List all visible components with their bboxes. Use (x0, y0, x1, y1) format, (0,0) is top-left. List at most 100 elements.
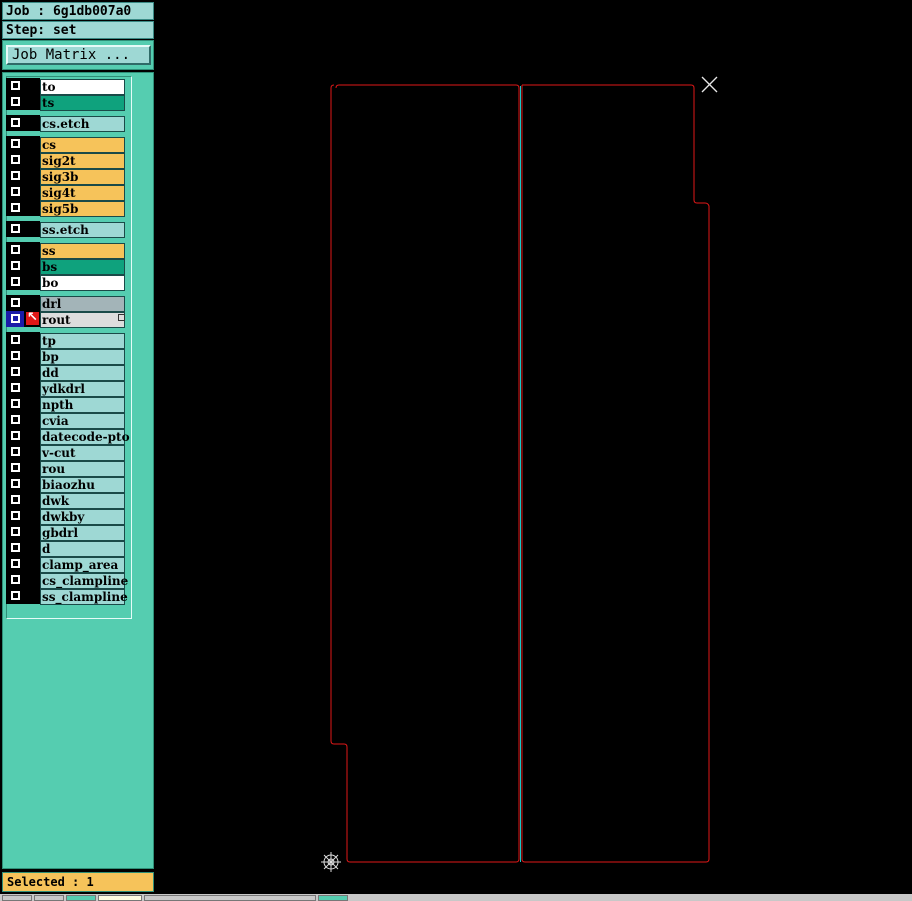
layer-row-bs[interactable]: bs (6, 258, 128, 275)
layer-row-cs[interactable]: cs (6, 136, 128, 153)
layer-row-d[interactable]: d (6, 540, 128, 557)
layer-name[interactable]: biaozhu (40, 477, 125, 493)
affected-toggle[interactable] (24, 364, 40, 380)
affected-toggle[interactable] (24, 380, 40, 396)
display-checkbox[interactable] (6, 78, 24, 94)
layer-row-dd[interactable]: dd (6, 364, 128, 381)
layer-name[interactable]: d (40, 541, 125, 557)
work-layer-arrow-icon[interactable] (24, 310, 40, 327)
layer-name[interactable]: tp (40, 333, 125, 349)
affected-toggle[interactable] (24, 444, 40, 460)
layer-name[interactable]: ydkdrl (40, 381, 125, 397)
layer-name[interactable]: cvia (40, 413, 125, 429)
layer-row-ss_clampline[interactable]: ss_clampline (6, 588, 128, 605)
display-checkbox[interactable] (6, 460, 24, 476)
affected-toggle[interactable] (24, 78, 40, 94)
affected-toggle[interactable] (24, 94, 40, 110)
display-checkbox[interactable] (6, 524, 24, 540)
layer-name[interactable]: bs (40, 259, 125, 275)
layer-name[interactable]: bp (40, 349, 125, 365)
layer-row-v-cut[interactable]: v-cut (6, 444, 128, 461)
affected-toggle[interactable] (24, 295, 40, 311)
horizontal-scrollbar[interactable] (144, 895, 316, 901)
display-checkbox[interactable] (6, 588, 24, 604)
layer-name[interactable]: rou (40, 461, 125, 477)
affected-toggle[interactable] (24, 274, 40, 290)
affected-toggle[interactable] (24, 184, 40, 200)
layer-row-sig4t[interactable]: sig4t (6, 184, 128, 201)
display-checkbox[interactable] (6, 364, 24, 380)
layer-row-rou[interactable]: rou (6, 460, 128, 477)
layer-name[interactable]: gbdrl (40, 525, 125, 541)
display-checkbox[interactable] (6, 152, 24, 168)
layer-row-tp[interactable]: tp (6, 332, 128, 349)
bottom-segment[interactable] (98, 895, 142, 901)
layer-row-clamp_area[interactable]: clamp_area (6, 556, 128, 573)
layer-row-gbdrl[interactable]: gbdrl (6, 524, 128, 541)
layer-row-sig2t[interactable]: sig2t (6, 152, 128, 169)
display-checkbox[interactable] (6, 332, 24, 348)
layer-row-sig5b[interactable]: sig5b (6, 200, 128, 217)
affected-toggle[interactable] (24, 152, 40, 168)
display-checkbox[interactable] (6, 295, 24, 311)
layer-name[interactable]: sig2t (40, 153, 125, 169)
layer-row-bo[interactable]: bo (6, 274, 128, 291)
job-matrix-button[interactable]: Job Matrix ... (6, 45, 151, 65)
layer-row-biaozhu[interactable]: biaozhu (6, 476, 128, 493)
affected-toggle[interactable] (24, 492, 40, 508)
affected-toggle[interactable] (24, 221, 40, 237)
layer-name[interactable]: rout (40, 312, 125, 328)
display-checkbox[interactable] (6, 540, 24, 556)
layer-name[interactable]: ss.etch (40, 222, 125, 238)
layer-name[interactable]: npth (40, 397, 125, 413)
layer-row-drl[interactable]: drl (6, 295, 128, 312)
display-checkbox[interactable] (6, 184, 24, 200)
layer-name[interactable]: cs_clampline (40, 573, 128, 589)
bottom-segment[interactable] (66, 895, 96, 901)
affected-toggle[interactable] (24, 412, 40, 428)
affected-toggle[interactable] (24, 396, 40, 412)
layer-name[interactable]: v-cut (40, 445, 125, 461)
layer-row-ss[interactable]: ss (6, 242, 128, 259)
affected-toggle[interactable] (24, 540, 40, 556)
affected-toggle[interactable] (24, 508, 40, 524)
graphics-canvas[interactable] (156, 0, 912, 893)
bottom-segment[interactable] (2, 895, 32, 901)
layer-row-datecode-pto[interactable]: datecode-pto (6, 428, 130, 445)
affected-toggle[interactable] (24, 136, 40, 152)
bottom-segment[interactable] (318, 895, 348, 901)
affected-toggle[interactable] (24, 242, 40, 258)
layer-row-cs.etch[interactable]: cs.etch (6, 115, 128, 132)
display-checkbox[interactable] (6, 396, 24, 412)
layer-name[interactable]: sig3b (40, 169, 125, 185)
display-checkbox[interactable] (6, 221, 24, 237)
display-checkbox[interactable] (6, 168, 24, 184)
layer-row-to[interactable]: to (6, 78, 128, 95)
affected-toggle[interactable] (24, 524, 40, 540)
layer-row-cs_clampline[interactable]: cs_clampline (6, 572, 128, 589)
display-checkbox[interactable] (6, 508, 24, 524)
layer-name[interactable]: bo (40, 275, 125, 291)
layer-name[interactable]: ss (40, 243, 125, 259)
affected-toggle[interactable] (24, 332, 40, 348)
display-checkbox[interactable] (6, 492, 24, 508)
display-checkbox[interactable] (6, 136, 24, 152)
display-checkbox[interactable] (6, 274, 24, 290)
display-checkbox[interactable] (6, 200, 24, 216)
layer-name[interactable]: dd (40, 365, 125, 381)
layer-row-dwk[interactable]: dwk (6, 492, 128, 509)
layer-name[interactable]: dwkby (40, 509, 125, 525)
layer-row-npth[interactable]: npth (6, 396, 128, 413)
layer-name[interactable]: datecode-pto (40, 429, 130, 445)
layer-name[interactable]: dwk (40, 493, 125, 509)
layer-name[interactable]: to (40, 79, 125, 95)
affected-toggle[interactable] (24, 556, 40, 572)
affected-toggle[interactable] (24, 258, 40, 274)
layer-row-rout[interactable]: rout (6, 310, 128, 328)
display-checkbox[interactable] (6, 311, 24, 327)
display-checkbox[interactable] (6, 242, 24, 258)
display-checkbox[interactable] (6, 380, 24, 396)
layer-name[interactable]: ss_clampline (40, 589, 128, 605)
affected-toggle[interactable] (24, 572, 40, 588)
affected-toggle[interactable] (24, 588, 40, 604)
